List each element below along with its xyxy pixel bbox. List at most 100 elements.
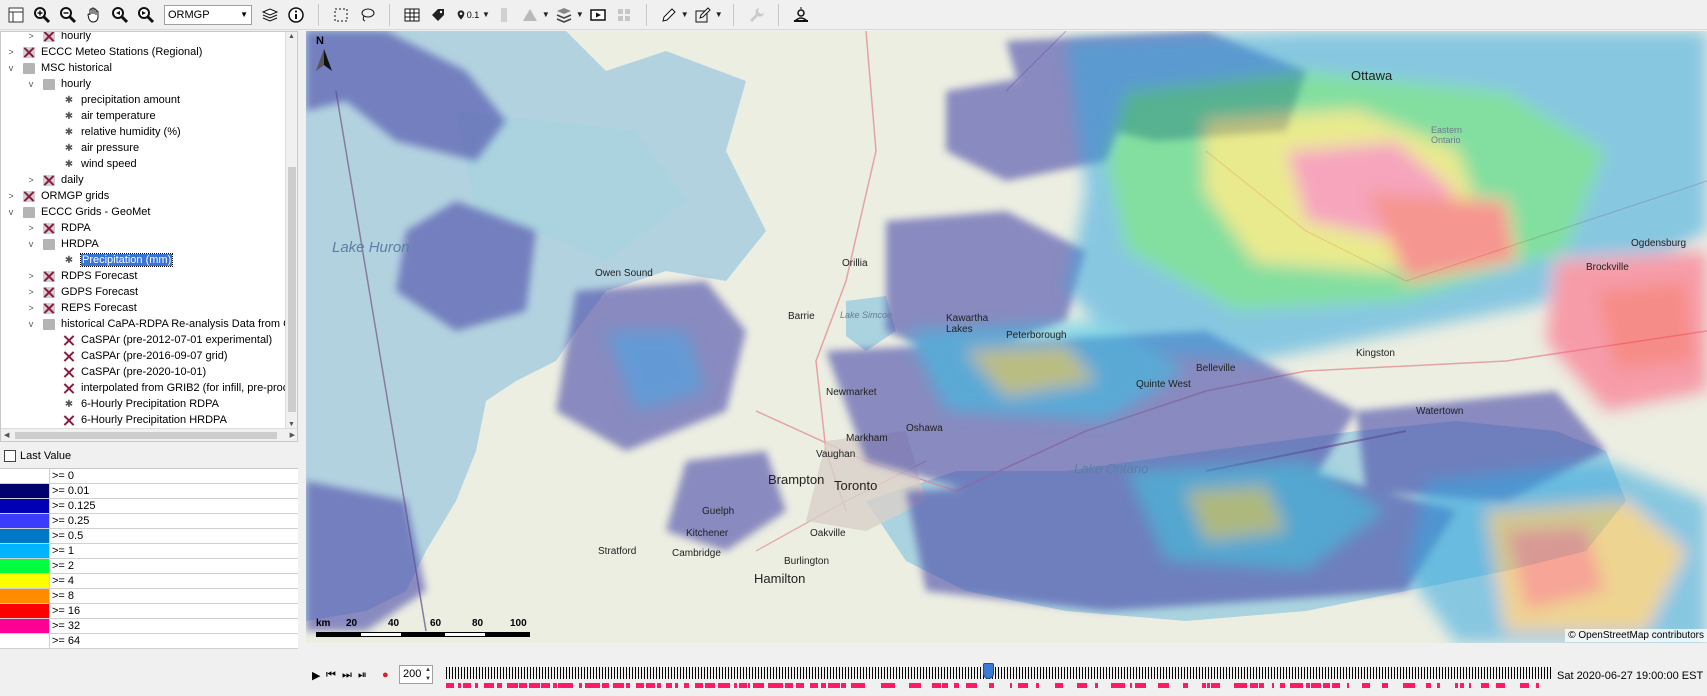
- tree-item-hourly-2[interactable]: v hourly: [25, 76, 91, 92]
- disabled-layer-icon: [43, 32, 55, 42]
- chevron-right-icon[interactable]: >: [25, 175, 37, 185]
- tree-item-label: HRDPA: [61, 238, 99, 250]
- legend-label: >= 64: [52, 635, 81, 647]
- chevron-right-icon[interactable]: >: [5, 191, 17, 201]
- timeline-slider-thumb[interactable]: [983, 663, 994, 679]
- tree-item-caspar-2020[interactable]: CaSPAr (pre-2020-10-01): [63, 364, 206, 380]
- spin-down-icon[interactable]: ▼: [425, 676, 431, 682]
- availability-mark: [1280, 683, 1285, 688]
- last-value-toggle[interactable]: Last Value: [4, 450, 71, 462]
- tree-item-daily[interactable]: > daily: [25, 172, 83, 188]
- skip-last-icon[interactable]: ⏭: [342, 669, 352, 682]
- chevron-down-icon[interactable]: v: [25, 319, 37, 329]
- locate-user-icon[interactable]: [789, 3, 813, 27]
- scale-segment: [402, 632, 444, 637]
- timeline-ticks[interactable]: [446, 667, 1553, 679]
- chevron-down-icon: ▼: [240, 10, 248, 19]
- chevron-down-icon[interactable]: ▼: [715, 10, 723, 19]
- tree-vertical-scrollbar[interactable]: ▲ ▼: [285, 32, 297, 429]
- chevron-right-icon[interactable]: >: [25, 32, 37, 41]
- chevron-right-icon[interactable]: >: [5, 47, 17, 57]
- tree-item-rdpa[interactable]: > RDPA: [25, 220, 90, 236]
- pencil-edit-icon[interactable]: [657, 3, 681, 27]
- tree-horizontal-scrollbar[interactable]: ◀ ▶: [1, 428, 297, 441]
- chevron-down-icon[interactable]: ▼: [576, 10, 584, 19]
- chevron-right-icon[interactable]: >: [25, 287, 37, 297]
- scroll-down-icon[interactable]: ▼: [288, 421, 295, 428]
- chevron-down-icon[interactable]: ▼: [681, 10, 689, 19]
- tree-item-interpolated-grib2[interactable]: interpolated from GRIB2 (for infill, pre…: [63, 380, 288, 396]
- pan-hand-icon[interactable]: [82, 3, 106, 27]
- layer-stack-icon[interactable]: [258, 3, 282, 27]
- zoom-next-icon[interactable]: [134, 3, 158, 27]
- disabled-layer-icon: [43, 174, 55, 186]
- availability-mark: [1437, 683, 1440, 688]
- chevron-down-icon[interactable]: ▼: [542, 10, 550, 19]
- tree-item-6h-rdpa[interactable]: ✱ 6-Hourly Precipitation RDPA: [63, 396, 219, 412]
- availability-mark: [942, 683, 948, 688]
- chevron-down-icon[interactable]: v: [25, 79, 37, 89]
- zoom-in-icon[interactable]: [30, 3, 54, 27]
- map-label-burlington: Burlington: [784, 556, 830, 567]
- tree-item-reps-forecast[interactable]: > REPS Forecast: [25, 300, 136, 316]
- map-canvas[interactable]: N Lake Huron Lake Ontario Lake Simcoe Ot…: [306, 31, 1707, 643]
- lasso-select-icon[interactable]: [355, 3, 379, 27]
- edit-feature-icon[interactable]: [691, 3, 715, 27]
- rectangle-select-icon[interactable]: [329, 3, 353, 27]
- chevron-down-icon[interactable]: v: [5, 207, 17, 217]
- tree-item-gdps-forecast[interactable]: > GDPS Forecast: [25, 284, 138, 300]
- speed-spinbox[interactable]: 200 ▲ ▼: [399, 665, 433, 684]
- tree-item-wind-speed[interactable]: ✱ wind speed: [63, 156, 137, 172]
- availability-mark: [1036, 683, 1039, 688]
- hydrology-layers-icon[interactable]: [552, 3, 576, 27]
- chevron-right-icon[interactable]: >: [25, 303, 37, 313]
- chevron-down-icon[interactable]: v: [25, 239, 37, 249]
- tree-item-eccc-meteo-stations[interactable]: > ECCC Meteo Stations (Regional): [5, 44, 202, 60]
- project-select[interactable]: ORMGP ▼: [164, 4, 252, 25]
- tree-item-hrdpa[interactable]: v HRDPA: [25, 236, 99, 252]
- chevron-right-icon[interactable]: >: [25, 223, 37, 233]
- scroll-left-icon[interactable]: ◀: [4, 431, 9, 439]
- scale-unit: km: [316, 618, 331, 629]
- info-icon[interactable]: [284, 3, 308, 27]
- scrollbar-thumb[interactable]: [288, 167, 296, 412]
- tree-item-caspar-2012[interactable]: CaSPAr (pre-2012-07-01 experimental): [63, 332, 272, 348]
- spin-up-icon[interactable]: ▲: [425, 667, 431, 673]
- tree-item-msc-historical[interactable]: v MSC historical: [5, 60, 112, 76]
- availability-mark: [753, 683, 764, 688]
- tree-item-eccc-grids-geomet[interactable]: v ECCC Grids - GeoMet: [5, 204, 151, 220]
- tree-item-relative-humidity[interactable]: ✱ relative humidity (%): [63, 124, 181, 140]
- play-icon[interactable]: ▶: [312, 669, 320, 682]
- tree-item-historical-capa-rdpa[interactable]: v historical CaPA-RDPA Re-analysis Data …: [25, 316, 297, 332]
- availability-mark: [1520, 683, 1529, 688]
- tree-item-precipitation-amount[interactable]: ✱ precipitation amount: [63, 92, 180, 108]
- scrollbar-thumb[interactable]: [15, 432, 277, 439]
- tree-item-ormgp-grids[interactable]: > ORMGP grids: [5, 188, 109, 204]
- chevron-down-icon[interactable]: ▼: [482, 10, 490, 19]
- animation-player-icon[interactable]: [586, 3, 610, 27]
- chevron-down-icon[interactable]: v: [5, 63, 17, 73]
- chevron-right-icon[interactable]: >: [25, 271, 37, 281]
- legend-swatch: [0, 514, 50, 528]
- availability-mark: [1332, 683, 1340, 688]
- record-icon[interactable]: ●: [382, 669, 389, 681]
- step-forward-icon[interactable]: ⏯: [358, 669, 367, 682]
- zoom-out-icon[interactable]: [56, 3, 80, 27]
- scroll-right-icon[interactable]: ▶: [290, 431, 295, 439]
- last-value-checkbox[interactable]: [4, 450, 16, 462]
- tree-item-air-temperature[interactable]: ✱ air temperature: [63, 108, 156, 124]
- tree-item-hourly-1[interactable]: > hourly: [5, 32, 91, 44]
- tree-item-rdps-forecast[interactable]: > RDPS Forecast: [25, 268, 137, 284]
- attribute-table-icon[interactable]: [400, 3, 424, 27]
- skip-first-icon[interactable]: ⏮: [326, 669, 336, 682]
- label-tag-icon[interactable]: [426, 3, 450, 27]
- tree-item-caspar-2016[interactable]: CaSPAr (pre-2016-09-07 grid): [63, 348, 228, 364]
- legend-label: >= 2: [52, 560, 75, 572]
- tree-item-6h-hrdpa[interactable]: 6-Hourly Precipitation HRDPA: [63, 412, 227, 428]
- tree-item-precipitation-mm[interactable]: ✱ Precipitation (mm): [63, 252, 174, 268]
- point-precision-icon[interactable]: 0.1: [452, 3, 482, 27]
- scroll-up-icon[interactable]: ▲: [288, 33, 295, 40]
- zoom-previous-icon[interactable]: [108, 3, 132, 27]
- layers-panel-icon[interactable]: [4, 3, 28, 27]
- tree-item-air-pressure[interactable]: ✱ air pressure: [63, 140, 139, 156]
